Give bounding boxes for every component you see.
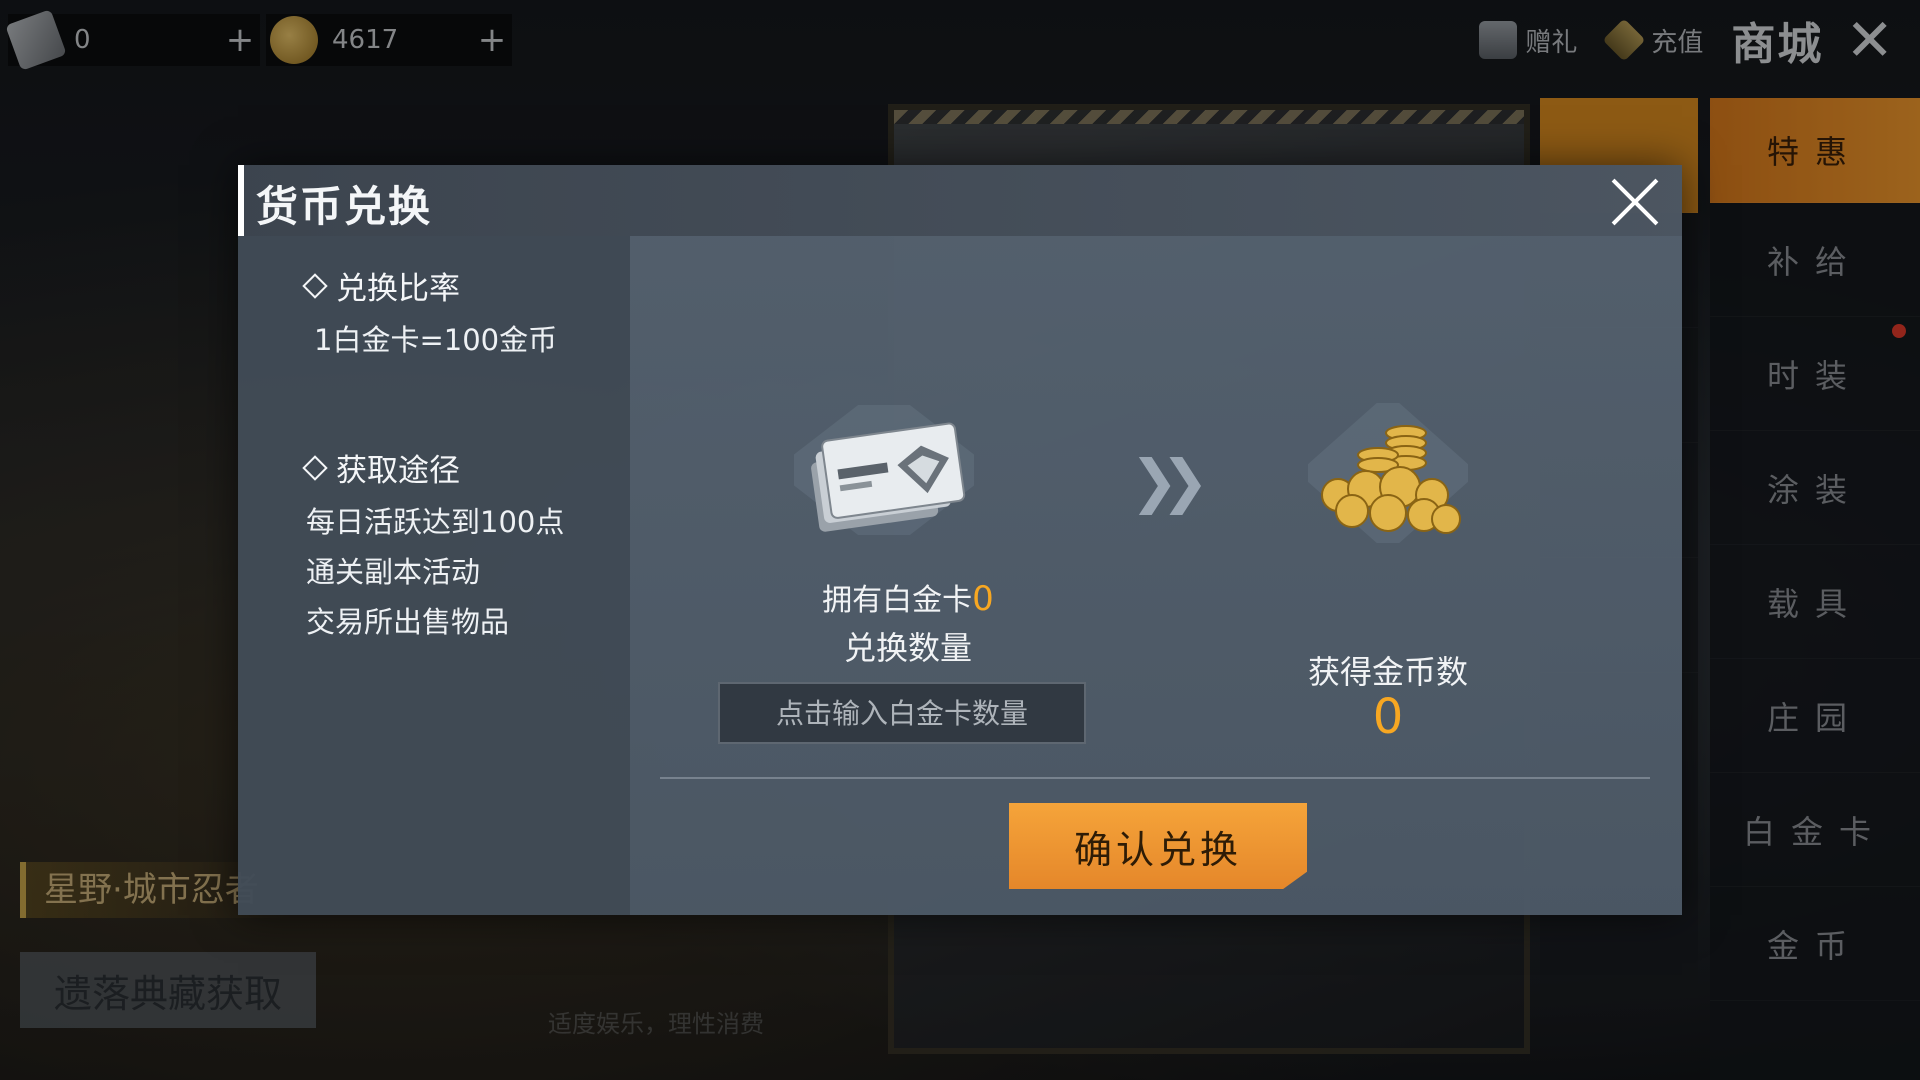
source-item: 通关副本活动 bbox=[306, 555, 481, 589]
source-heading-label: 获取途径 bbox=[336, 453, 460, 489]
header-accent-bar bbox=[238, 165, 244, 236]
diamond-bullet-icon bbox=[302, 272, 328, 299]
dialog-title: 货币兑换 bbox=[256, 182, 433, 231]
exchange-quantity-label: 兑换数量 bbox=[843, 629, 972, 667]
rate-heading-label: 兑换比率 bbox=[336, 271, 460, 307]
platinum-card-stack-icon bbox=[794, 405, 974, 535]
owned-platinum-cards: 拥有白金卡0 bbox=[808, 575, 1008, 619]
confirm-exchange-button[interactable]: 确认兑换 bbox=[1009, 803, 1307, 889]
source-item: 每日活跃达到100点 bbox=[306, 505, 565, 539]
coins-obtained-label: 获得金币数 bbox=[1307, 653, 1468, 691]
dialog-header: 货币兑换 bbox=[238, 165, 1682, 236]
double-chevron-right-icon: ❯❯ bbox=[1130, 447, 1209, 515]
coin-pile-icon bbox=[1308, 403, 1468, 543]
owned-label: 拥有白金卡 bbox=[822, 583, 973, 618]
currency-exchange-dialog: 货币兑换 兑换比率 1白金卡=100金币 获取途径 每日活跃达到100点 通关副… bbox=[238, 165, 1682, 915]
exchange-quantity-input[interactable] bbox=[718, 682, 1086, 744]
diamond-bullet-icon bbox=[302, 454, 328, 481]
rate-text: 1白金卡=100金币 bbox=[314, 323, 558, 357]
close-icon[interactable] bbox=[1608, 175, 1662, 229]
coins-obtained-value: 0 bbox=[1372, 689, 1404, 745]
rate-heading: 兑换比率 bbox=[302, 263, 460, 308]
divider bbox=[660, 777, 1650, 779]
source-item: 交易所出售物品 bbox=[306, 605, 510, 639]
owned-value: 0 bbox=[972, 579, 994, 619]
source-heading: 获取途径 bbox=[302, 445, 460, 490]
